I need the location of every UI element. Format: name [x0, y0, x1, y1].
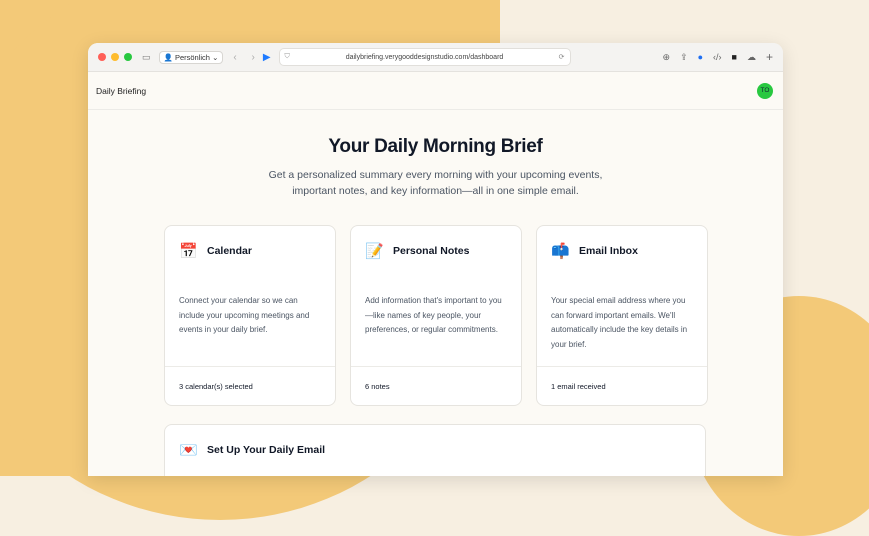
card-description: Add information that's important to you—… — [365, 296, 502, 334]
extension-play-icon[interactable]: ▶ — [263, 52, 271, 63]
new-tab-icon[interactable]: + — [766, 50, 773, 64]
sidebar-toggle-icon[interactable]: ▭ — [142, 52, 151, 63]
card-title: Calendar — [207, 245, 252, 257]
calendar-icon: 📅 — [179, 243, 198, 260]
browser-toolbar: ▭ 👤 Persönlich ⌄ ‹ › ▶ ⛉ dailybriefing.v… — [88, 43, 783, 72]
browser-window: ▭ 👤 Persönlich ⌄ ‹ › ▶ ⛉ dailybriefing.v… — [88, 43, 783, 476]
card-status: 6 notes — [351, 366, 521, 405]
extension-dark-icon[interactable]: ■ — [732, 52, 737, 62]
url-text: dailybriefing.verygooddesignstudio.com/d… — [345, 53, 504, 61]
close-button[interactable] — [98, 53, 106, 61]
email-inbox-card[interactable]: 📫 Email Inbox Your special email address… — [536, 225, 708, 406]
window-controls — [98, 53, 132, 61]
page-subtitle: Get a personalized summary every morning… — [268, 169, 603, 197]
address-bar[interactable]: ⛉ dailybriefing.verygooddesignstudio.com… — [278, 48, 571, 66]
maximize-button[interactable] — [124, 53, 132, 61]
cloud-icon[interactable]: ☁ — [747, 52, 756, 63]
minimize-button[interactable] — [111, 53, 119, 61]
card-title: Email Inbox — [579, 245, 638, 257]
app-header: Daily Briefing TO — [88, 72, 783, 110]
app-name: Daily Briefing — [96, 85, 147, 96]
envelope-icon: 💌 — [179, 442, 198, 459]
card-description: Your special email address where you can… — [551, 296, 688, 349]
feature-cards: 📅 Calendar Connect your calendar so we c… — [164, 225, 708, 406]
extension-drop-icon[interactable]: ● — [698, 52, 703, 62]
privacy-shield-icon: ⛉ — [284, 53, 290, 60]
nav-arrows[interactable]: ‹ › — [233, 52, 260, 63]
page-title: Your Daily Morning Brief — [328, 136, 543, 157]
download-icon[interactable]: ⊕ — [663, 52, 671, 63]
calendar-card[interactable]: 📅 Calendar Connect your calendar so we c… — [164, 225, 336, 406]
notes-card[interactable]: 📝 Personal Notes Add information that's … — [350, 225, 522, 406]
setup-title: Set Up Your Daily Email — [207, 444, 326, 456]
profile-label: Persönlich — [174, 52, 210, 62]
card-description: Connect your calendar so we can include … — [179, 296, 310, 334]
card-status: 1 email received — [537, 366, 707, 405]
reload-icon[interactable]: ⟳ — [559, 53, 565, 61]
setup-email-card[interactable]: 💌 Set Up Your Daily Email — [164, 424, 706, 476]
share-icon[interactable]: ⇪ — [680, 52, 688, 63]
hero-section: Your Daily Morning Brief Get a personali… — [88, 136, 783, 199]
mailbox-icon: 📫 — [551, 243, 570, 260]
avatar[interactable]: TO — [757, 82, 773, 99]
code-icon[interactable]: ‹/› — [713, 52, 722, 62]
toolbar-actions: ⊕ ⇪ ● ‹/› ■ ☁ + — [663, 50, 773, 64]
card-title: Personal Notes — [393, 245, 470, 257]
profile-selector[interactable]: 👤 Persönlich ⌄ — [158, 50, 224, 64]
card-status: 3 calendar(s) selected — [165, 366, 335, 405]
notes-icon: 📝 — [365, 243, 384, 260]
